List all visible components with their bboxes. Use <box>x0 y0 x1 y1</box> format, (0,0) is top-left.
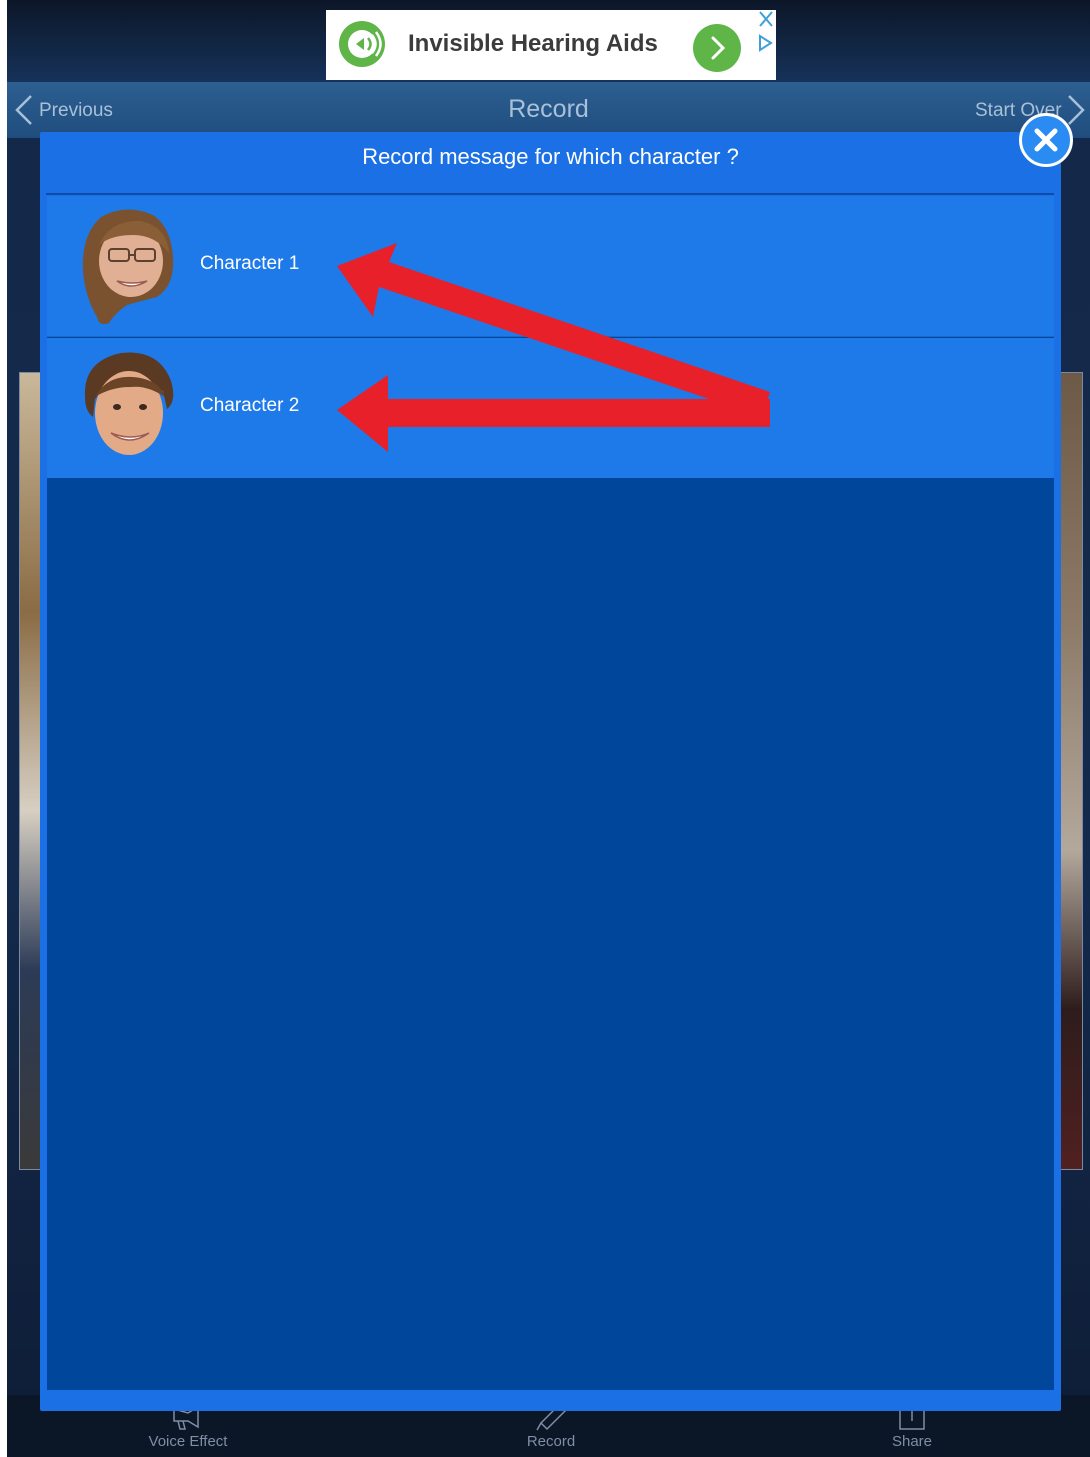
annotation-arrows <box>337 243 770 452</box>
arrow-to-character-1 <box>337 243 770 417</box>
app-screen: Invisible Hearing Aids Previous Record S… <box>7 0 1090 1457</box>
